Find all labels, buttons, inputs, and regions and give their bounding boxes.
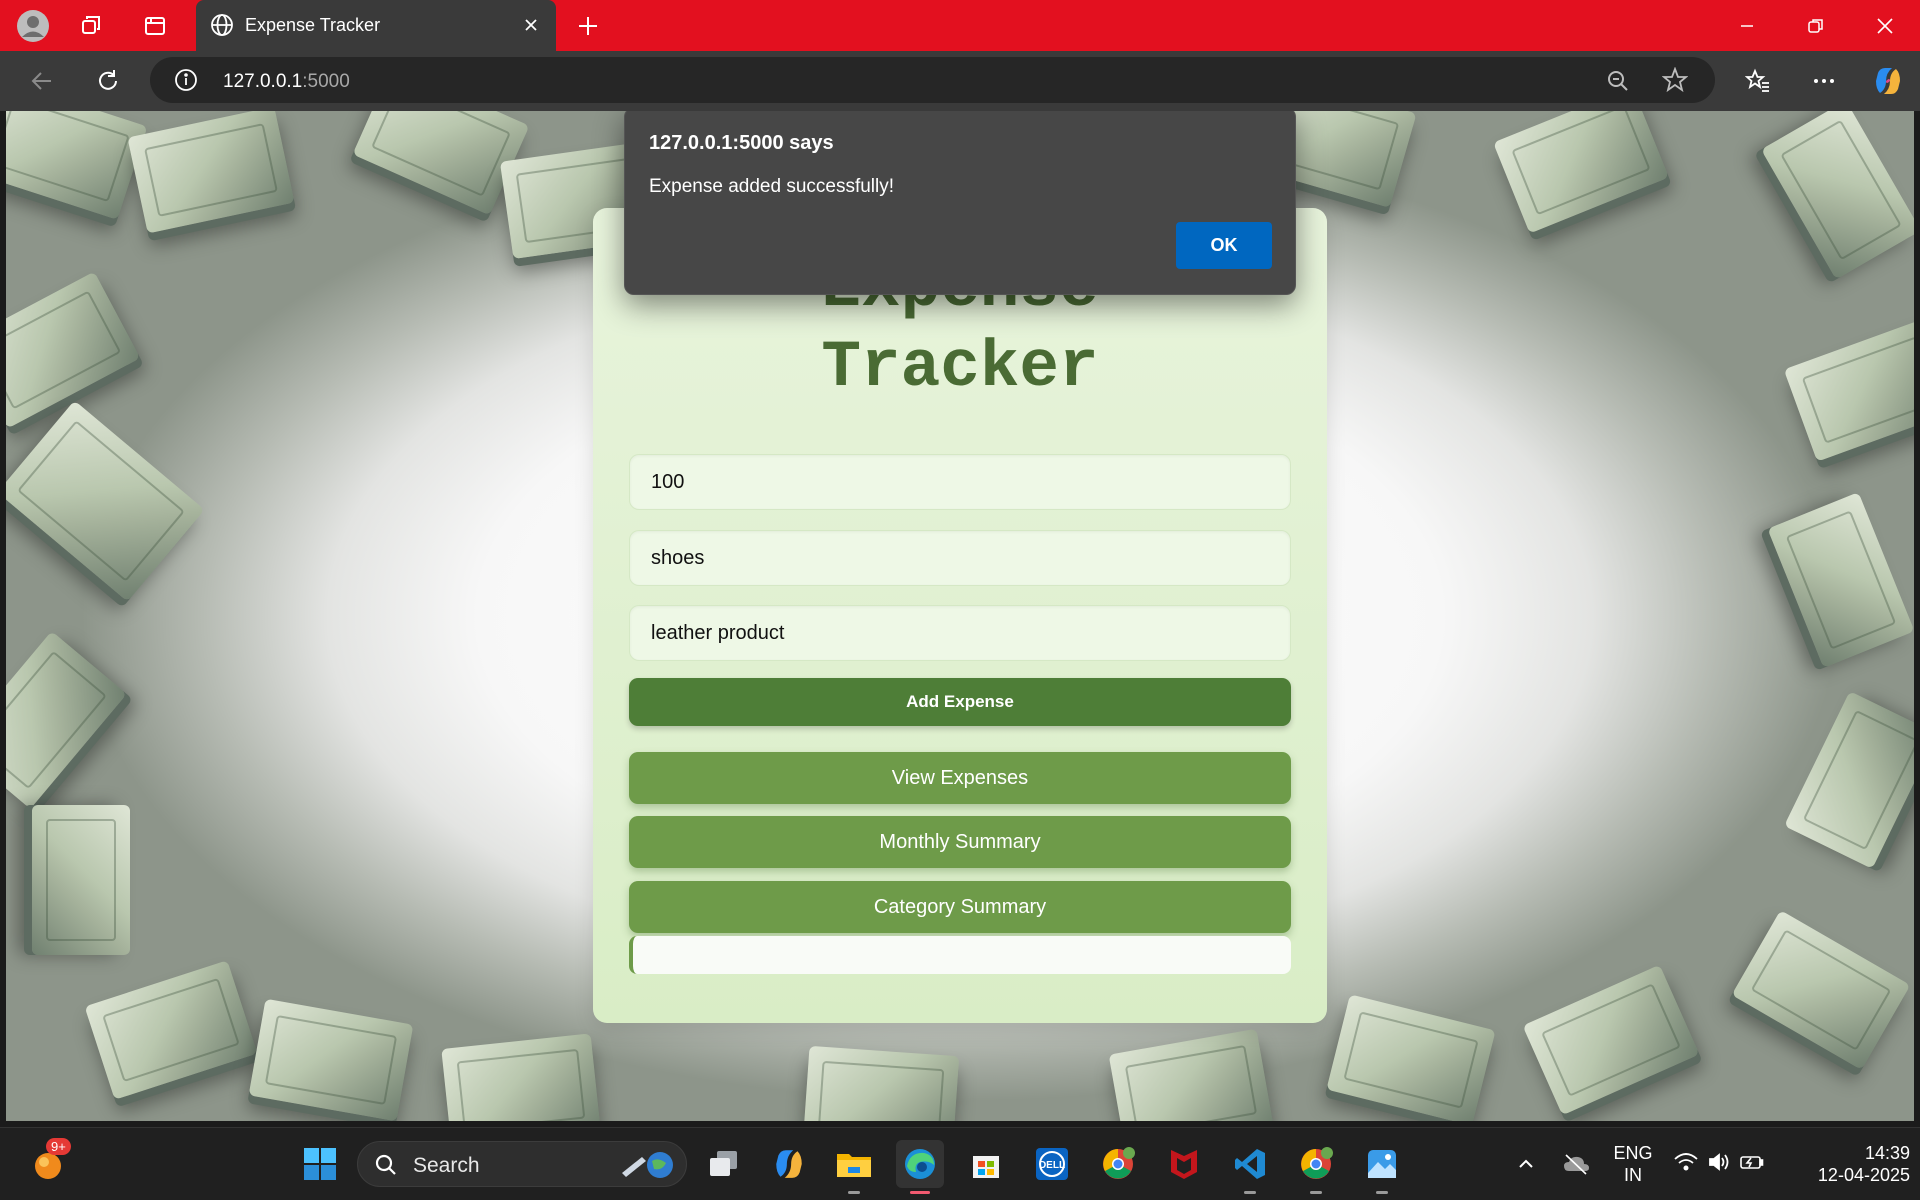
- edge-browser-icon[interactable]: [896, 1140, 944, 1194]
- search-highlight-icon: [616, 1149, 676, 1186]
- battery-charging-icon: [1739, 1151, 1765, 1178]
- output-panel: [629, 936, 1291, 974]
- address-bar[interactable]: 127.0.0.1:5000: [150, 57, 1715, 103]
- profile-icon[interactable]: [15, 8, 51, 44]
- more-options-icon[interactable]: [1806, 63, 1842, 99]
- expense-tracker-card: Expense Tracker 100 shoes leather produc…: [593, 208, 1327, 1023]
- taskbar: 9+ Search DELL ENG IN 14:39 12-04-2025: [0, 1127, 1920, 1200]
- clock-time: 14:39: [1864, 1143, 1910, 1163]
- close-tab-icon[interactable]: [518, 12, 544, 38]
- minimize-icon[interactable]: [1717, 0, 1777, 51]
- microsoft-store-icon[interactable]: [962, 1140, 1010, 1188]
- svg-text:DELL: DELL: [1039, 1160, 1065, 1171]
- taskbar-search[interactable]: Search: [357, 1141, 687, 1187]
- monthly-summary-button[interactable]: Monthly Summary: [629, 816, 1291, 868]
- search-label: Search: [413, 1154, 480, 1177]
- amount-input[interactable]: 100: [629, 454, 1291, 510]
- alert-dialog: 127.0.0.1:5000 says Expense added succes…: [624, 111, 1296, 295]
- globe-icon: [210, 13, 234, 42]
- close-window-icon[interactable]: [1855, 0, 1915, 51]
- widgets-icon[interactable]: 9+: [24, 1138, 72, 1188]
- vscode-icon[interactable]: [1226, 1140, 1274, 1194]
- start-icon[interactable]: [296, 1140, 344, 1188]
- new-tab-icon[interactable]: [570, 8, 606, 44]
- site-info-icon[interactable]: [174, 68, 198, 97]
- back-icon[interactable]: [24, 63, 60, 99]
- volume-icon: [1707, 1151, 1731, 1178]
- mcafee-icon[interactable]: [1160, 1140, 1208, 1188]
- category-input[interactable]: shoes: [629, 530, 1291, 586]
- page-viewport: Expense Tracker 100 shoes leather produc…: [6, 111, 1914, 1121]
- zoom-out-icon[interactable]: [1605, 68, 1631, 99]
- chrome-profile-p-icon[interactable]: [1292, 1140, 1340, 1194]
- wifi-icon: [1673, 1151, 1699, 1178]
- view-expenses-button[interactable]: View Expenses: [629, 752, 1291, 804]
- tab-title: Expense Tracker: [245, 15, 381, 35]
- workspaces-icon[interactable]: [74, 8, 110, 44]
- tab-actions-icon[interactable]: [137, 8, 173, 44]
- add-expense-button[interactable]: Add Expense: [629, 678, 1291, 726]
- dialog-ok-button[interactable]: OK: [1176, 222, 1272, 269]
- file-explorer-icon[interactable]: [830, 1140, 878, 1194]
- category-summary-button[interactable]: Category Summary: [629, 881, 1291, 933]
- refresh-icon[interactable]: [90, 63, 126, 99]
- show-hidden-icons-chevron-icon[interactable]: [1502, 1140, 1550, 1188]
- browser-titlebar: Expense Tracker: [0, 0, 1920, 51]
- task-view-icon[interactable]: [700, 1140, 748, 1188]
- language-indicator[interactable]: ENG IN: [1608, 1142, 1658, 1186]
- notification-badge: 9+: [46, 1138, 71, 1155]
- copilot-icon[interactable]: [1870, 63, 1906, 99]
- restore-icon[interactable]: [1786, 0, 1846, 51]
- photos-icon[interactable]: [1358, 1140, 1406, 1194]
- browser-toolbar: 127.0.0.1:5000: [0, 51, 1920, 111]
- search-icon: [374, 1153, 398, 1182]
- dell-icon[interactable]: DELL: [1028, 1140, 1076, 1188]
- clock-date: 12-04-2025: [1817, 1165, 1910, 1185]
- clock[interactable]: 14:39 12-04-2025: [1790, 1142, 1910, 1186]
- description-input[interactable]: leather product: [629, 605, 1291, 661]
- favorite-star-icon[interactable]: [1661, 66, 1689, 98]
- quick-settings-tray[interactable]: [1664, 1140, 1774, 1188]
- chrome-profile-k-icon[interactable]: [1094, 1140, 1142, 1188]
- dialog-title: 127.0.0.1:5000 says: [649, 132, 834, 154]
- favorites-icon[interactable]: [1740, 63, 1776, 99]
- copilot-app-icon[interactable]: [765, 1140, 813, 1188]
- dialog-message: Expense added successfully!: [649, 176, 895, 197]
- url-text[interactable]: 127.0.0.1:5000: [223, 71, 350, 93]
- onedrive-offline-icon[interactable]: [1552, 1140, 1600, 1188]
- tab-expense-tracker[interactable]: Expense Tracker: [196, 0, 556, 51]
